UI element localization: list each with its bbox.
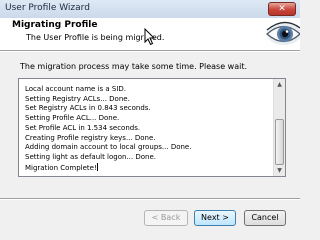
page-title: Migrating Profile bbox=[12, 20, 98, 30]
wizard-header: Migrating Profile The User Profile is be… bbox=[0, 18, 300, 50]
header-divider bbox=[0, 50, 300, 52]
back-button[interactable]: < Back bbox=[144, 210, 188, 226]
log-line: Setting Registry ACLs... Done. bbox=[25, 94, 130, 103]
footer-divider bbox=[0, 198, 300, 200]
log-line: Set Registry ACLs in 0.843 seconds. bbox=[25, 104, 151, 113]
scroll-up-arrow-icon[interactable]: ▲ bbox=[274, 79, 285, 90]
log-line: Set Profile ACL in 1.534 seconds. bbox=[25, 123, 141, 132]
log-line-text: Migration Complete! bbox=[25, 163, 97, 172]
log-line: Setting Profile ACL... Done. bbox=[25, 114, 120, 123]
next-button[interactable]: Next > bbox=[194, 210, 236, 226]
log-line-last: Migration Complete! bbox=[25, 162, 265, 174]
log-lines: Local account name is a SID. Setting Reg… bbox=[25, 85, 265, 173]
scroll-thumb[interactable] bbox=[275, 119, 284, 165]
log-line: Setting light as default logon... Done. bbox=[25, 152, 156, 161]
wizard-window: User Profile Wizard ✕ Migrating Profile … bbox=[0, 0, 300, 231]
log-scrollbar[interactable]: ▲ ▼ bbox=[273, 79, 285, 176]
log-line: Creating Profile registry keys... Done. bbox=[25, 133, 156, 142]
migration-log-box[interactable]: Local account name is a SID. Setting Reg… bbox=[18, 78, 286, 177]
mouse-cursor-icon bbox=[144, 28, 156, 46]
title-bar[interactable]: User Profile Wizard ✕ bbox=[0, 0, 300, 18]
window-title: User Profile Wizard bbox=[5, 3, 90, 13]
text-caret bbox=[96, 162, 98, 171]
close-button[interactable]: ✕ bbox=[268, 2, 296, 16]
eye-logo-icon bbox=[264, 18, 300, 50]
log-line: Local account name is a SID. bbox=[25, 85, 127, 93]
status-message: The migration process may take some time… bbox=[20, 62, 248, 71]
scroll-down-arrow-icon[interactable]: ▼ bbox=[274, 165, 285, 176]
log-line: Adding domain account to local groups...… bbox=[25, 143, 192, 152]
cancel-button[interactable]: Cancel bbox=[244, 210, 286, 226]
